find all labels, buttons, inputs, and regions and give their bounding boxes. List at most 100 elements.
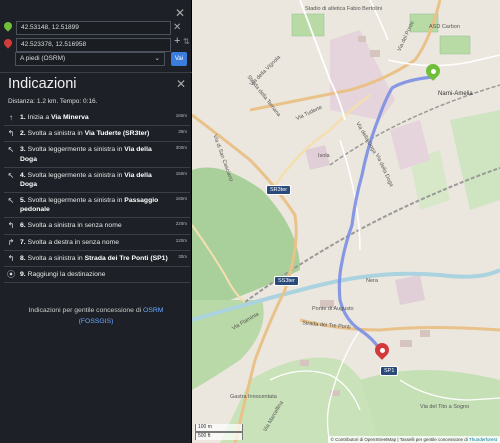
start-waypoint-icon [2, 19, 14, 34]
step-distance: 300m [175, 145, 187, 151]
direction-step[interactable]: ↖ 4. Svolta leggermente a sinistra in Via… [4, 168, 190, 194]
map-label-narni: Narni-Amelia [438, 91, 473, 97]
end-waypoint-icon [2, 36, 14, 51]
travel-mode-value: A piedi (OSRM) [20, 55, 66, 62]
direction-step-text: 8. Svolta a sinistra in Strada dei Tre P… [18, 251, 190, 266]
turn-arrow-icon: ↖ [7, 145, 15, 155]
turn-arrow-icon: ↰ [7, 221, 15, 231]
turn-arrow-icon: ↱ [7, 237, 15, 247]
step-distance: 150m [175, 170, 187, 176]
credit-link-fossgis[interactable]: (FOSSGIS) [79, 318, 114, 325]
road-shield-sp1: SP1 [380, 366, 399, 376]
direction-step-text: 4. Svolta leggermente a sinistra in Via … [18, 168, 190, 192]
waypoint-start-row: 42.53148, 12.51899 [2, 19, 171, 35]
turn-arrow-icon: ↰ [7, 253, 15, 263]
direction-step-text: 1. Inizia a Via Minerva [18, 110, 190, 125]
map-label-nera: Nera [366, 278, 379, 284]
turn-arrow-icon: ↖ [7, 170, 15, 180]
step-number: 1. [20, 114, 26, 121]
step-number: 8. [20, 254, 26, 262]
credit-link-osrm[interactable]: OSRM [143, 307, 163, 314]
direction-step[interactable]: ⦿ 9. Raggiungi la destinazione [4, 267, 190, 284]
direction-step[interactable]: ↰ 2. Svolta a sinistra in Via Tuderte (SR… [4, 126, 190, 143]
reverse-waypoints-icon[interactable]: ⇅ [183, 37, 190, 46]
direction-step-text: 9. Raggiungi la destinazione [18, 267, 190, 282]
step-number: 6. [20, 222, 26, 230]
step-distance: 30m [178, 129, 187, 135]
close-directions-icon[interactable]: ✕ [176, 77, 186, 91]
close-panel-button[interactable]: ✕ [175, 7, 185, 19]
road-shield-ss3ter: SS3ter [274, 276, 299, 286]
step-distance: 160m [175, 113, 187, 118]
direction-step-text: 3. Svolta leggermente a sinistra in Via … [18, 142, 190, 166]
road-shield-sr3ter: SR3ter [266, 185, 292, 195]
direction-step[interactable]: ↑ 1. Inizia a Via Minerva 160m [4, 110, 190, 127]
map-scale: 100 m 500 ft [195, 424, 243, 440]
step-number: 2. [20, 130, 26, 138]
turn-arrow-icon: ↑ [9, 113, 13, 122]
step-distance: 30m [178, 253, 187, 259]
travel-mode-select[interactable]: A piedi (OSRM) ⌄ [15, 52, 165, 66]
credit-text: Indicazioni per gentile concessione di [28, 307, 144, 314]
map-label-stadio: Stadio di atletica Fabio Bertolini [305, 6, 382, 12]
direction-step-text: 5. Svolta leggermente a sinistra in Pass… [18, 193, 190, 217]
step-road-name: Via Minerva [51, 114, 89, 121]
step-instruction: Inizia a [27, 114, 51, 121]
step-number: 3. [20, 146, 26, 154]
turn-arrow-icon: ↖ [7, 196, 15, 206]
step-instruction: Svolta a sinistra in [27, 130, 85, 138]
direction-step[interactable]: ↱ 7. Svolta a destra in senza nome 120m [4, 235, 190, 251]
end-waypoint-input[interactable]: 42.523378, 12.516958 [16, 37, 171, 52]
step-instruction: Svolta leggermente a sinistra in [27, 146, 125, 154]
step-number: 9. [20, 270, 26, 278]
direction-step-text: 2. Svolta a sinistra in Via Tuderte (SR3… [18, 126, 190, 141]
routing-panel: ✕ 42.53148, 12.51899 ✕ 42.523378, 12.516… [0, 0, 192, 443]
direction-step[interactable]: ↖ 5. Svolta leggermente a sinistra in Pas… [4, 193, 190, 219]
step-instruction: Svolta a destra in senza nome [27, 238, 119, 246]
step-number: 7. [20, 238, 26, 246]
directions-title: Indicazioni [8, 76, 77, 92]
step-distance: 220m [175, 221, 187, 227]
step-road-name: Via Tuderte (SR3ter) [84, 130, 150, 138]
step-instruction: Svolta a sinistra in [27, 254, 85, 262]
step-distance: 160m [175, 196, 187, 202]
direction-step[interactable]: ↰ 8. Svolta a sinistra in Strada dei Tre … [4, 251, 190, 267]
scale-imperial: 500 ft [195, 432, 243, 440]
direction-step-text: 7. Svolta a destra in senza nome [18, 235, 190, 250]
direction-step-text: 6. Svolta a sinistra in senza nome [18, 218, 190, 233]
step-road-name: Strada dei Tre Ponti (SP1) [84, 254, 168, 262]
start-waypoint-input[interactable]: 42.53148, 12.51899 [16, 20, 171, 35]
route-summary: Distanza: 1.2 km. Tempo: 0:16. [8, 98, 98, 105]
remove-start-button[interactable]: ✕ [173, 22, 181, 34]
add-waypoint-button[interactable]: + [174, 36, 180, 47]
waypoint-end-row: 42.523378, 12.516958 [2, 36, 171, 52]
map-label-gastra: Gastra Innocentata [230, 394, 278, 400]
end-marker[interactable] [372, 340, 392, 363]
turn-arrow-icon: ↰ [7, 129, 15, 139]
attribution-link[interactable]: Thunderforest [469, 437, 497, 442]
step-distance: 120m [175, 237, 187, 243]
direction-step[interactable]: ↖ 3. Svolta leggermente a sinistra in Via… [4, 142, 190, 168]
step-instruction: Svolta leggermente a sinistra in [27, 197, 125, 205]
turn-arrow-icon: ⦿ [7, 269, 15, 279]
step-instruction: Svolta leggermente a sinistra in [27, 171, 125, 179]
step-instruction: Raggiungi la destinazione [27, 270, 106, 278]
start-marker-dot [430, 68, 436, 74]
map-attribution: © Contributori di OpenStreetMap | Tassel… [327, 436, 500, 443]
go-button[interactable]: Vai [171, 52, 187, 66]
panel-divider [0, 72, 192, 73]
step-instruction: Svolta a sinistra in senza nome [27, 222, 122, 230]
chevron-down-icon: ⌄ [154, 55, 160, 62]
directions-steps-list: ↑ 1. Inizia a Via Minerva 160m ↰ 2. Svolta a… [4, 110, 190, 284]
start-marker[interactable] [423, 61, 443, 84]
end-marker-dot [379, 347, 385, 353]
attribution-text: © Contributori di OpenStreetMap | Tassel… [330, 437, 468, 442]
step-number: 4. [20, 171, 26, 179]
direction-step[interactable]: ↰ 6. Svolta a sinistra in senza nome 220m [4, 218, 190, 235]
map-label-via-tito: Via del Tito a Sogno [420, 404, 469, 410]
scale-metric: 100 m [195, 424, 243, 432]
step-number: 5. [20, 197, 26, 205]
directions-credit: Indicazioni per gentile concessione di O… [0, 306, 192, 328]
map-label-ponte-augusto: Ponte di Augusto [312, 306, 354, 312]
map-label-isola: Isola [318, 153, 331, 159]
